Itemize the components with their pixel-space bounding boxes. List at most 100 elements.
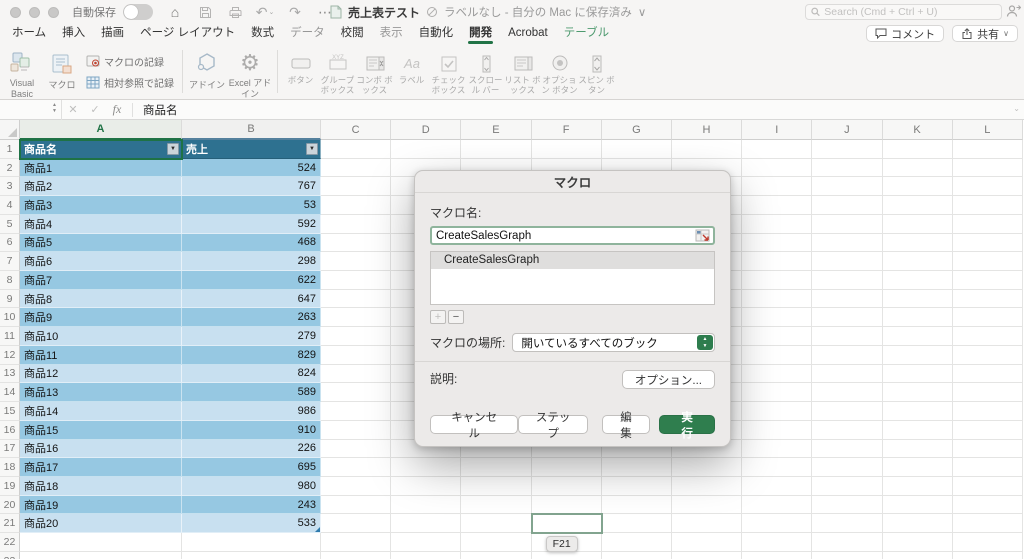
grid-cell[interactable]: 298 xyxy=(182,252,321,271)
control-ラベル[interactable]: Aaラベル xyxy=(393,44,430,99)
grid-cell[interactable] xyxy=(953,552,1023,559)
grid-cell[interactable] xyxy=(883,552,953,559)
grid-cell[interactable] xyxy=(742,514,812,533)
grid-cell[interactable]: 商品6 xyxy=(20,252,182,271)
grid-cell[interactable] xyxy=(672,514,742,533)
grid-cell[interactable] xyxy=(602,533,672,552)
row-header-16[interactable]: 16 xyxy=(0,421,20,440)
grid-cell[interactable] xyxy=(953,346,1023,365)
control-スクロール バー[interactable]: スクロール バー xyxy=(467,44,504,99)
grid-cell[interactable] xyxy=(461,552,531,559)
insert-function-icon[interactable]: fx xyxy=(106,102,128,117)
grid-cell[interactable] xyxy=(742,252,812,271)
step-button[interactable]: ステップ xyxy=(518,415,588,434)
grid-cell[interactable] xyxy=(883,140,953,159)
range-selector-icon[interactable] xyxy=(695,229,710,242)
grid-cell[interactable] xyxy=(953,365,1023,384)
grid-cell[interactable]: 589 xyxy=(182,383,321,402)
control-スピン ボタン[interactable]: スピン ボタン xyxy=(578,44,615,99)
close-window-icon[interactable] xyxy=(10,7,21,18)
tab-ページ レイアウト[interactable]: ページ レイアウト xyxy=(132,24,243,44)
row-header-17[interactable]: 17 xyxy=(0,440,20,459)
control-チェック ボックス[interactable]: チェック ボックス xyxy=(430,44,467,99)
row-header-8[interactable]: 8 xyxy=(0,271,20,290)
grid-cell[interactable] xyxy=(742,140,812,159)
grid-cell[interactable] xyxy=(812,458,882,477)
grid-cell[interactable] xyxy=(321,308,391,327)
options-button[interactable]: オプション... xyxy=(622,370,715,389)
grid-cell[interactable]: 商品7 xyxy=(20,271,182,290)
tab-校閲[interactable]: 校閲 xyxy=(333,24,372,44)
grid-cell[interactable] xyxy=(742,159,812,178)
grid-cell[interactable] xyxy=(321,552,391,559)
grid-cell[interactable] xyxy=(391,477,461,496)
grid-cell[interactable] xyxy=(812,215,882,234)
add-macro-button[interactable]: + xyxy=(430,310,446,324)
grid-cell[interactable]: 533 xyxy=(182,514,321,533)
grid-cell[interactable] xyxy=(742,234,812,253)
chevron-down-icon[interactable]: ∨ xyxy=(638,5,646,19)
grid-cell[interactable]: 226 xyxy=(182,440,321,459)
grid-cell[interactable] xyxy=(461,533,531,552)
grid-cell[interactable]: 商品1 xyxy=(20,159,182,178)
grid-cell[interactable] xyxy=(321,496,391,515)
grid-cell[interactable] xyxy=(321,177,391,196)
grid-cell[interactable] xyxy=(321,215,391,234)
grid-cell[interactable] xyxy=(321,271,391,290)
row-header-3[interactable]: 3 xyxy=(0,177,20,196)
row-header-6[interactable]: 6 xyxy=(0,234,20,253)
grid-cell[interactable] xyxy=(672,533,742,552)
grid-cell[interactable] xyxy=(883,252,953,271)
grid-cell[interactable] xyxy=(742,421,812,440)
grid-cell[interactable] xyxy=(953,514,1023,533)
grid-cell[interactable]: 商品16 xyxy=(20,440,182,459)
grid-cell[interactable] xyxy=(461,496,531,515)
column-header-F[interactable]: F xyxy=(532,120,602,140)
grid-cell[interactable] xyxy=(883,402,953,421)
run-button[interactable]: 実行 xyxy=(659,415,715,434)
grid-cell[interactable] xyxy=(953,252,1023,271)
grid-cell[interactable] xyxy=(883,234,953,253)
name-box[interactable]: ▲▼ xyxy=(0,100,62,120)
grid-cell[interactable]: 商品19 xyxy=(20,496,182,515)
grid-cell[interactable]: 767 xyxy=(182,177,321,196)
grid-cell[interactable] xyxy=(602,552,672,559)
grid-cell[interactable] xyxy=(742,496,812,515)
row-header-21[interactable]: 21 xyxy=(0,514,20,533)
row-header-10[interactable]: 10 xyxy=(0,308,20,327)
grid-cell[interactable] xyxy=(391,533,461,552)
row-header-14[interactable]: 14 xyxy=(0,383,20,402)
grid-cell[interactable] xyxy=(321,421,391,440)
grid-cell[interactable] xyxy=(742,215,812,234)
grid-cell[interactable]: 商品15 xyxy=(20,421,182,440)
grid-cell[interactable] xyxy=(742,308,812,327)
grid-cell[interactable] xyxy=(321,402,391,421)
grid-cell[interactable] xyxy=(953,234,1023,253)
grid-cell[interactable] xyxy=(812,196,882,215)
grid-cell[interactable] xyxy=(20,552,182,559)
grid-cell[interactable] xyxy=(812,477,882,496)
grid-cell[interactable] xyxy=(321,290,391,309)
table-header-cell-商品名[interactable]: 商品名▼ xyxy=(20,140,182,159)
control-リスト ボックス[interactable]: リスト ボックス xyxy=(504,44,541,99)
grid-cell[interactable] xyxy=(391,458,461,477)
grid-cell[interactable] xyxy=(883,383,953,402)
grid-cell[interactable] xyxy=(883,271,953,290)
macro-list[interactable]: CreateSalesGraph xyxy=(430,251,715,305)
row-header-11[interactable]: 11 xyxy=(0,327,20,346)
search-input[interactable] xyxy=(824,6,996,18)
tab-自動化[interactable]: 自動化 xyxy=(411,24,462,44)
control-グループ ボックス[interactable]: XYZグループ ボックス xyxy=(319,44,356,99)
grid-cell[interactable] xyxy=(883,177,953,196)
print-icon[interactable] xyxy=(227,4,243,20)
grid-cell[interactable] xyxy=(742,327,812,346)
collapse-formula-bar-icon[interactable]: ⌄ xyxy=(1013,104,1020,113)
grid-cell[interactable] xyxy=(461,140,531,159)
tab-描画[interactable]: 描画 xyxy=(93,24,132,44)
redo-icon[interactable]: ↷ xyxy=(287,4,303,20)
grid-cell[interactable] xyxy=(812,159,882,178)
grid-cell[interactable] xyxy=(602,514,672,533)
excel-addins-button[interactable]: ⚙ Excel アドイン xyxy=(227,44,273,99)
grid-cell[interactable] xyxy=(672,477,742,496)
column-header-G[interactable]: G xyxy=(602,120,672,140)
